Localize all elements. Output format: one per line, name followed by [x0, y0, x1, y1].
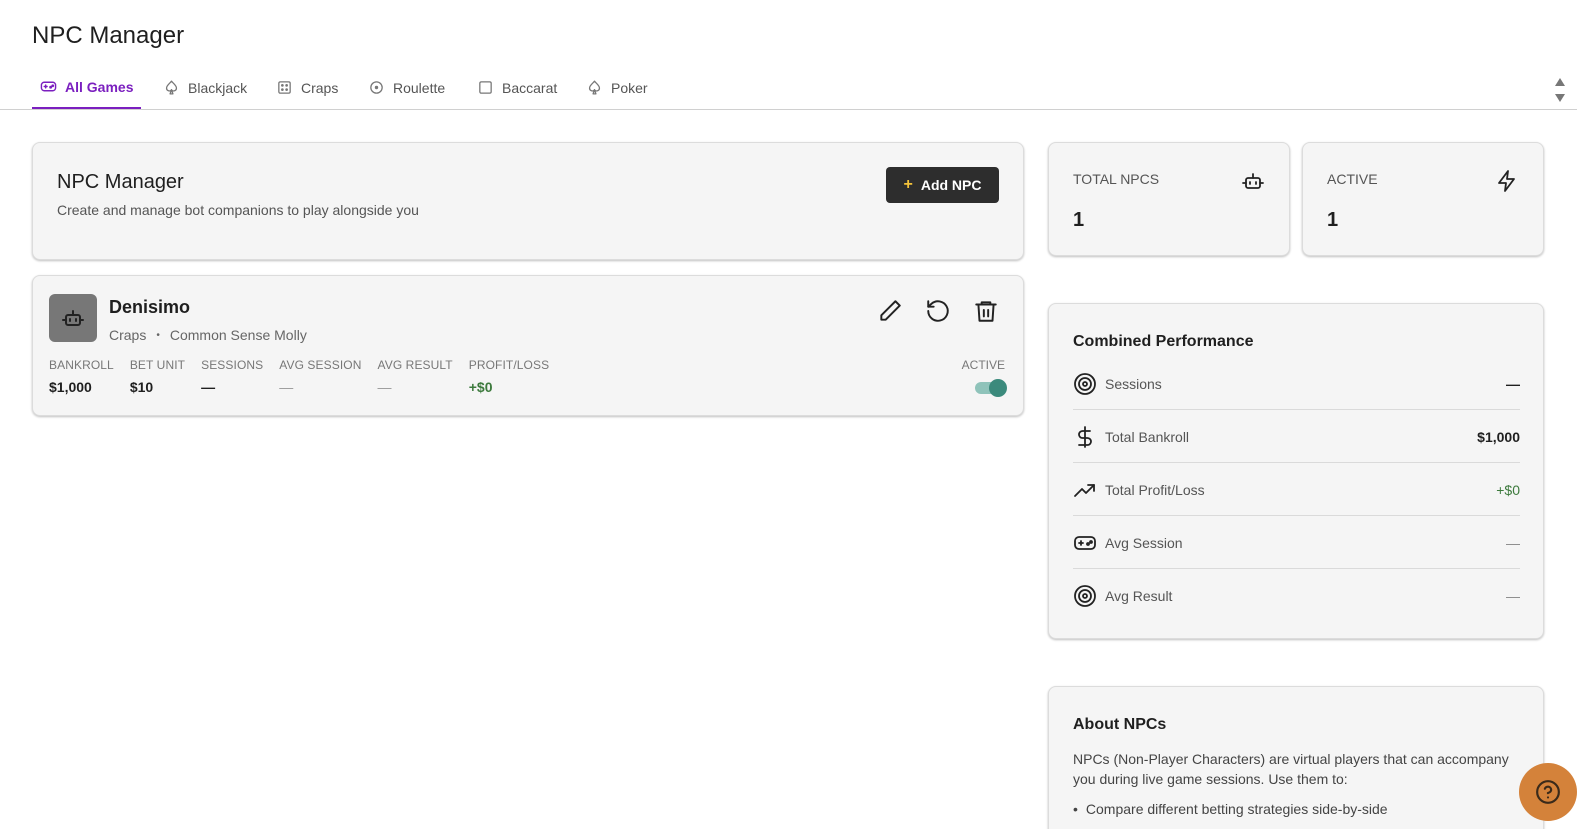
- add-npc-button[interactable]: + Add NPC: [886, 167, 999, 203]
- stat-bankroll: BANKROLL $1,000: [49, 358, 114, 395]
- perf-row-total-bankroll: Total Bankroll $1,000: [1073, 411, 1520, 463]
- game-tabs: All Games Blackjack Craps Roulette Bacca…: [0, 66, 1577, 110]
- roulette-icon: [370, 81, 383, 94]
- trash-icon[interactable]: [973, 298, 999, 324]
- toggle-knob: [989, 379, 1007, 397]
- stat-avg-session: AVG SESSION —: [279, 358, 362, 395]
- scroll-down-icon[interactable]: [1555, 94, 1565, 102]
- perf-row-total-profit-loss: Total Profit/Loss +$0: [1073, 464, 1520, 516]
- plus-icon: +: [903, 176, 913, 193]
- lightning-icon: [1498, 170, 1515, 192]
- perf-row-avg-result: Avg Result —: [1073, 570, 1520, 622]
- active-toggle[interactable]: [975, 379, 1007, 397]
- tab-roulette[interactable]: Roulette: [360, 66, 453, 109]
- meta-separator: •: [156, 329, 160, 341]
- tab-all-games[interactable]: All Games: [32, 66, 142, 109]
- list-item: Compare different betting strategies sid…: [1073, 801, 1388, 817]
- help-button[interactable]: [1519, 763, 1577, 821]
- scroll-up-icon[interactable]: [1555, 78, 1565, 86]
- section-title: NPC Manager: [57, 171, 184, 193]
- npc-active-control: ACTIVE: [962, 358, 1007, 397]
- npc-name: Denisimo: [109, 297, 191, 317]
- target-icon: [1074, 372, 1096, 395]
- npc-stats: BANKROLL $1,000 BET UNIT $10 SESSIONS — …: [49, 358, 549, 395]
- tab-blackjack[interactable]: Blackjack: [155, 66, 255, 109]
- square-icon: [479, 81, 492, 94]
- stat-bet-unit: BET UNIT $10: [129, 358, 186, 395]
- section-subtitle: Create and manage bot companions to play…: [57, 202, 419, 218]
- active-npcs-card: ACTIVE 1: [1302, 142, 1544, 256]
- total-npcs-card: TOTAL NPCS 1: [1048, 142, 1290, 256]
- npc-game: Craps: [109, 327, 147, 343]
- robot-icon: [62, 310, 84, 326]
- tab-craps[interactable]: Craps: [268, 66, 346, 109]
- avatar: [49, 294, 97, 342]
- perf-row-avg-session: Avg Session —: [1073, 517, 1520, 569]
- gamepad-icon: [40, 81, 57, 92]
- npc-meta: Craps • Common Sense Molly: [109, 327, 307, 343]
- spade-icon: [588, 80, 601, 95]
- gamepad-icon: [1074, 535, 1096, 550]
- combined-performance-card: Combined Performance Sessions — Total Ba…: [1048, 303, 1544, 639]
- stat-avg-result: AVG RESULT —: [377, 358, 453, 395]
- help-icon: [1536, 780, 1560, 804]
- page-title: NPC Manager: [32, 22, 185, 49]
- tab-scroll-arrows[interactable]: [1555, 78, 1565, 102]
- tab-poker[interactable]: Poker: [578, 66, 656, 109]
- npc-card: Denisimo Craps • Common Sense Molly BANK…: [32, 275, 1024, 416]
- perf-row-sessions: Sessions —: [1073, 358, 1520, 410]
- npc-actions: [877, 298, 999, 324]
- about-list: Compare different betting strategies sid…: [1073, 801, 1388, 817]
- spade-icon: [165, 80, 178, 95]
- npc-manager-header-card: NPC Manager Create and manage bot compan…: [32, 142, 1024, 260]
- trending-up-icon: [1074, 483, 1095, 497]
- reset-icon[interactable]: [925, 298, 951, 324]
- stat-profit-loss: PROFIT/LOSS +$0: [468, 358, 550, 395]
- stat-sessions: SESSIONS —: [201, 358, 264, 395]
- dice-icon: [278, 81, 291, 94]
- robot-icon: [1242, 173, 1264, 189]
- about-npcs-card: About NPCs NPCs (Non-Player Characters) …: [1048, 686, 1544, 829]
- dollar-icon: [1078, 425, 1092, 448]
- edit-icon[interactable]: [877, 298, 903, 324]
- npc-strategy: Common Sense Molly: [169, 327, 307, 343]
- tab-baccarat[interactable]: Baccarat: [469, 66, 565, 109]
- target-icon: [1074, 585, 1096, 607]
